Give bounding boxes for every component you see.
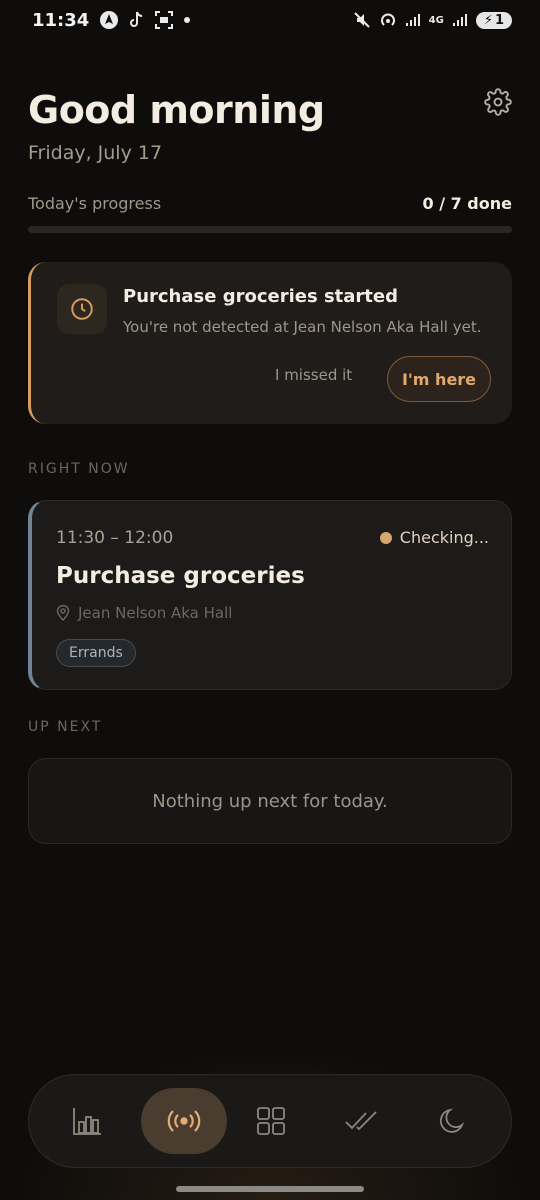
task-title: Purchase groceries — [56, 563, 305, 589]
up-next-empty-card: Nothing up next for today. — [28, 758, 512, 844]
progress-label: Today's progress — [28, 194, 162, 213]
right-now-heading: RIGHT NOW — [28, 461, 130, 477]
nav-live[interactable] — [141, 1088, 227, 1154]
up-next-heading: UP NEXT — [28, 719, 103, 735]
network-type: 4G — [428, 14, 444, 26]
task-time-range: 11:30 – 12:00 — [56, 528, 174, 548]
im-here-button[interactable]: I'm here — [387, 356, 491, 402]
status-time: 11:34 — [32, 9, 90, 31]
broadcast-icon — [167, 1110, 201, 1132]
location-pin-icon — [56, 605, 70, 621]
signal-icon — [405, 13, 421, 27]
nav-night[interactable] — [419, 1088, 487, 1154]
double-check-icon — [345, 1111, 377, 1131]
alert-title: Purchase groceries started — [123, 286, 398, 307]
status-bar: 11:34 4G ⚡ 1 — [0, 0, 540, 40]
notification-dot-icon — [183, 16, 191, 24]
screenshot-icon — [155, 11, 174, 29]
task-location: Jean Nelson Aka Hall — [56, 604, 232, 622]
status-dot-icon — [379, 531, 392, 544]
home-indicator[interactable] — [176, 1186, 364, 1192]
nav-grid[interactable] — [237, 1088, 305, 1154]
battery-indicator: ⚡ 1 — [475, 11, 512, 29]
task-category-tag: Errands — [56, 639, 136, 667]
alert-message: You're not detected at Jean Nelson Aka H… — [123, 318, 482, 336]
alert-icon-container — [57, 284, 107, 334]
date-label: Friday, July 17 — [28, 142, 163, 164]
task-location-text: Jean Nelson Aka Hall — [78, 604, 233, 622]
nav-done[interactable] — [327, 1088, 395, 1154]
mute-icon — [353, 11, 371, 29]
battery-level: 1 — [494, 12, 504, 28]
moon-icon — [439, 1108, 465, 1133]
tiktok-icon — [129, 11, 145, 29]
location-alert-card: Purchase groceries started You're not de… — [28, 262, 512, 424]
bottom-navigation — [28, 1074, 512, 1168]
gear-icon — [484, 88, 512, 116]
signal-icon-2 — [452, 13, 468, 27]
task-status-text: Checking... — [399, 528, 489, 547]
current-task-card[interactable]: 11:30 – 12:00 Checking... Purchase groce… — [28, 500, 512, 690]
settings-button[interactable] — [482, 86, 514, 118]
clock-icon — [71, 298, 93, 320]
hotspot-icon — [379, 11, 397, 29]
grid-icon — [257, 1107, 285, 1135]
stats-icon — [73, 1108, 101, 1135]
status-left: 11:34 — [32, 10, 191, 31]
task-status-badge: Checking... — [379, 528, 489, 547]
status-right: 4G ⚡ 1 — [353, 11, 512, 29]
greeting-title: Good morning — [28, 88, 325, 132]
progress-bar — [28, 226, 512, 233]
charging-icon: ⚡ — [483, 12, 493, 28]
nav-arrow-icon — [99, 10, 119, 30]
missed-it-button[interactable]: I missed it — [275, 366, 352, 384]
progress-count: 0 / 7 done — [422, 194, 512, 213]
nav-stats[interactable] — [53, 1088, 121, 1154]
